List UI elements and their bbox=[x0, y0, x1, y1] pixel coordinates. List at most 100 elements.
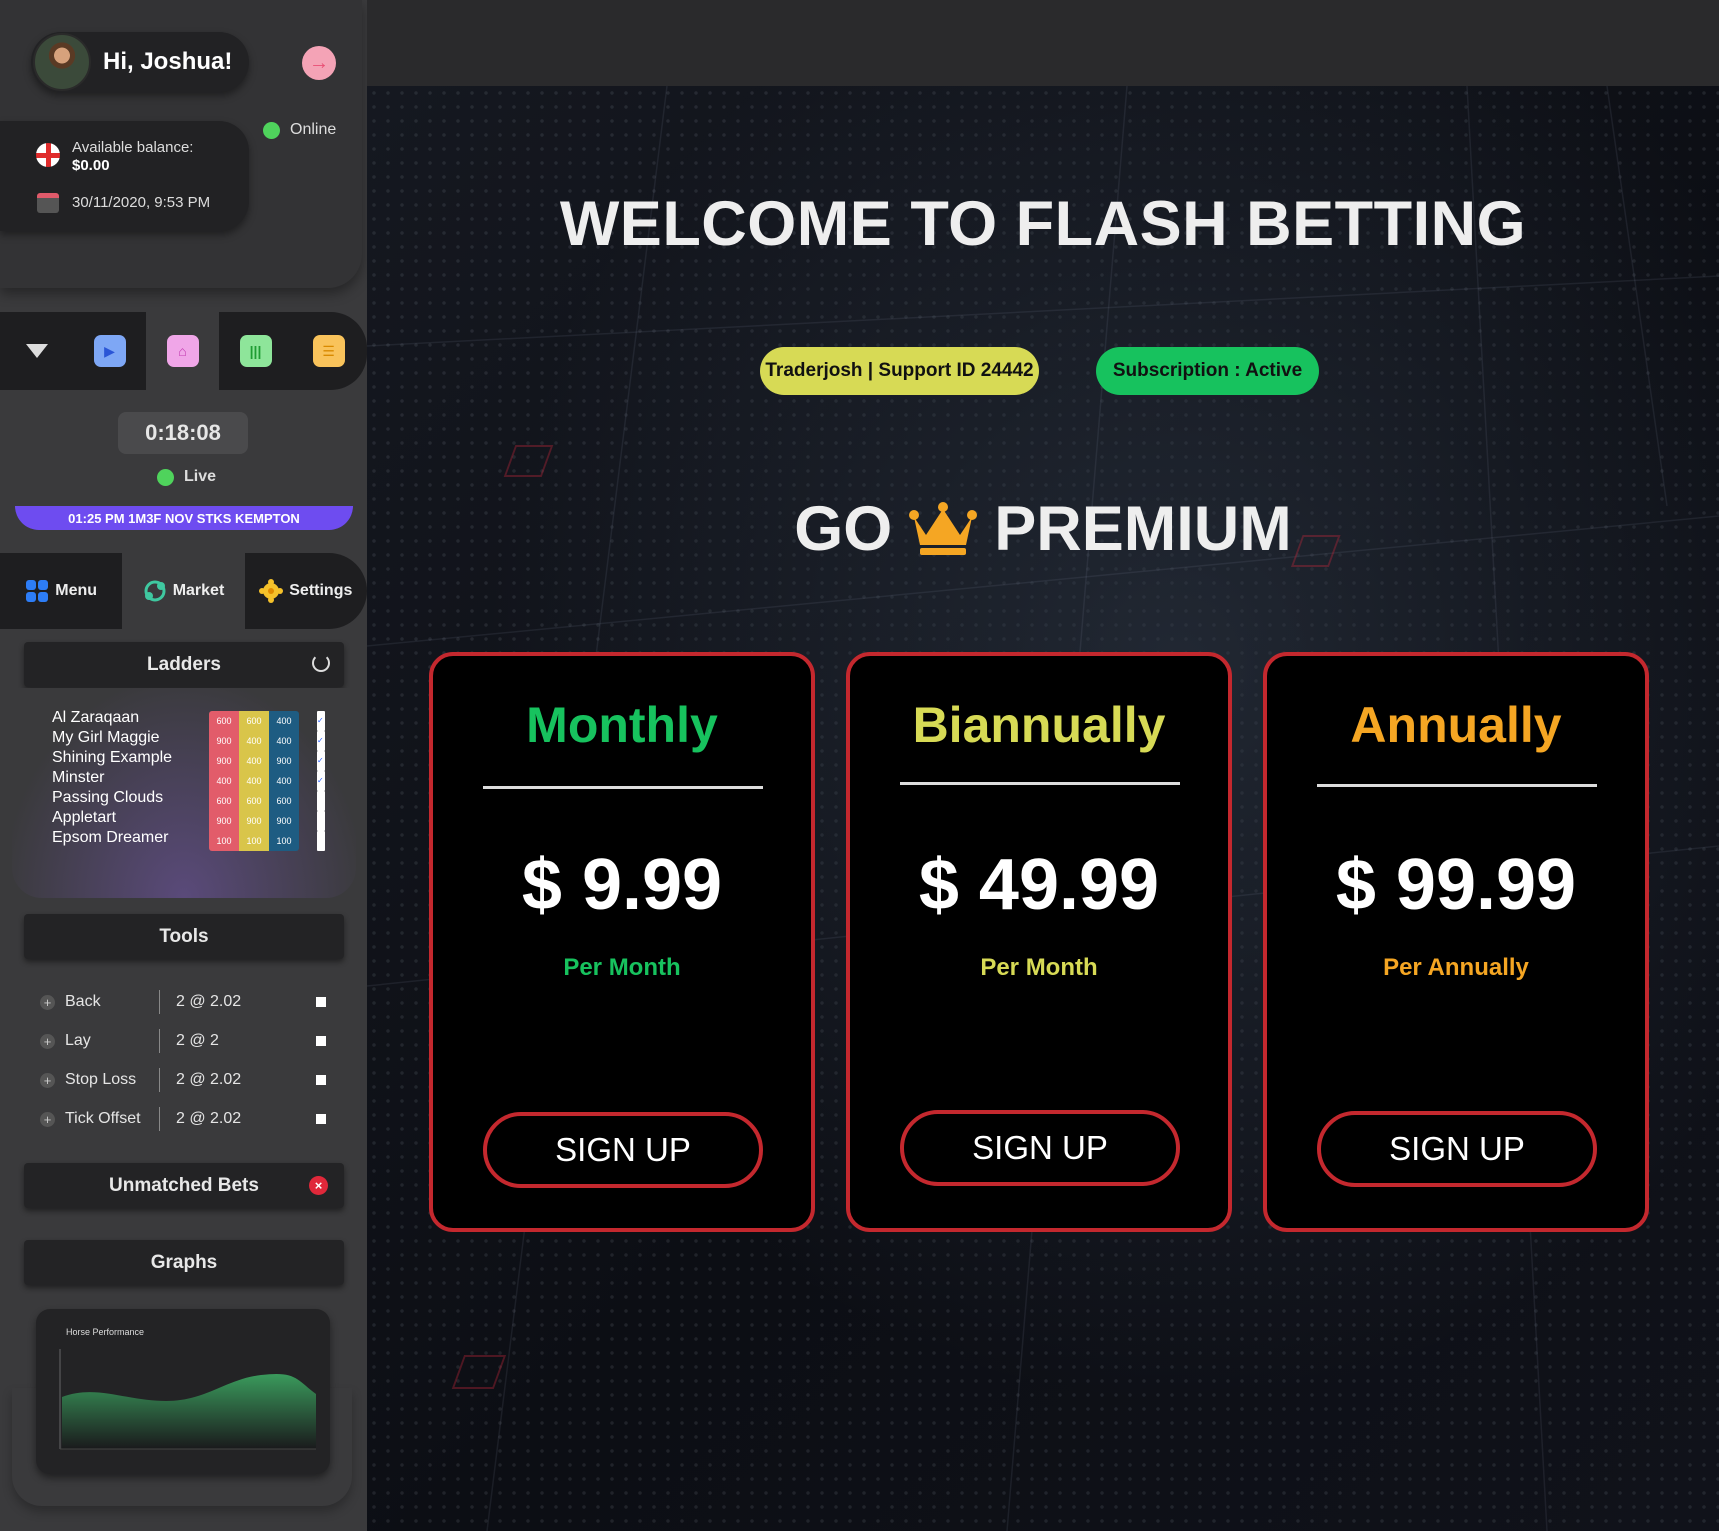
signup-button-annually[interactable]: SIGN UP bbox=[1317, 1111, 1597, 1187]
divider bbox=[159, 1029, 160, 1053]
ladder-cell[interactable]: 900 bbox=[209, 731, 239, 751]
tool-row-lay: + Lay 2 @ 2 bbox=[40, 1029, 340, 1053]
plus-icon[interactable]: + bbox=[40, 1111, 55, 1127]
divider bbox=[159, 990, 160, 1014]
ladder-cell[interactable]: 400 bbox=[269, 771, 299, 791]
tab-market[interactable]: Market bbox=[122, 553, 245, 629]
tool-row-stop-loss: + Stop Loss 2 @ 2.02 bbox=[40, 1068, 340, 1092]
collapse-button[interactable] bbox=[0, 312, 73, 390]
balance-label: Available balance: bbox=[72, 139, 194, 156]
signup-button-monthly[interactable]: SIGN UP bbox=[483, 1112, 763, 1188]
tools-title: Tools bbox=[159, 925, 209, 947]
profile-card: Hi, Joshua! → Online Available balance: … bbox=[0, 0, 362, 288]
ladder-cell[interactable]: 400 bbox=[239, 731, 269, 751]
ladder-checkbox[interactable]: ✓ bbox=[317, 771, 325, 791]
ladder-cell[interactable]: 400 bbox=[209, 771, 239, 791]
datetime: 30/11/2020, 9:53 PM bbox=[72, 194, 211, 211]
gear-icon bbox=[259, 579, 284, 603]
ladder-cell[interactable]: 900 bbox=[209, 811, 239, 831]
ladder-cell[interactable]: 600 bbox=[239, 711, 269, 731]
tab-settings[interactable]: Settings bbox=[245, 553, 367, 629]
ladder-cell[interactable]: 100 bbox=[209, 831, 239, 851]
ladder-cell[interactable]: 600 bbox=[209, 791, 239, 811]
ladder-checkbox[interactable]: ✓ bbox=[317, 731, 325, 751]
plan-card-annually: Annually $ 99.99 Per Annually SIGN UP bbox=[1263, 652, 1649, 1232]
tool-value[interactable]: 2 @ 2.02 bbox=[176, 1071, 316, 1089]
plan-price: $ 99.99 bbox=[1335, 845, 1577, 925]
ladder-cell[interactable]: 400 bbox=[239, 751, 269, 771]
tool-name: Back bbox=[65, 993, 101, 1010]
premium-text: PREMIUM bbox=[994, 494, 1292, 564]
england-flag-icon bbox=[36, 143, 60, 167]
plan-title: Monthly bbox=[526, 697, 718, 753]
columns-button[interactable]: ||| bbox=[219, 312, 292, 390]
tab-menu[interactable]: Menu bbox=[0, 553, 122, 629]
ladder-cell[interactable]: 900 bbox=[239, 811, 269, 831]
ladder-cell[interactable]: 100 bbox=[269, 831, 299, 851]
subscription-status-pill[interactable]: Subscription : Active bbox=[1096, 347, 1319, 395]
ladder-cell[interactable]: 100 bbox=[239, 831, 269, 851]
plan-card-biannually: Biannually $ 49.99 Per Month SIGN UP bbox=[846, 652, 1232, 1232]
tool-name: Tick Offset bbox=[65, 1110, 141, 1127]
ladder-cell[interactable]: 400 bbox=[269, 711, 299, 731]
ladder-name[interactable]: Epsom Dreamer bbox=[52, 828, 172, 848]
unmatched-bets-header[interactable]: Unmatched Bets × bbox=[24, 1163, 344, 1208]
tool-checkbox[interactable] bbox=[316, 1114, 326, 1124]
ladder-checkbox[interactable] bbox=[317, 791, 325, 811]
tool-checkbox[interactable] bbox=[316, 997, 326, 1007]
close-icon[interactable]: × bbox=[309, 1176, 328, 1195]
ladder-cell[interactable]: 900 bbox=[269, 811, 299, 831]
tool-value[interactable]: 2 @ 2 bbox=[176, 1032, 316, 1050]
ladder-cell[interactable]: 400 bbox=[269, 731, 299, 751]
tool-name: Lay bbox=[65, 1032, 91, 1049]
ladder-cell[interactable]: 600 bbox=[239, 791, 269, 811]
divider bbox=[483, 786, 763, 789]
graphs-header[interactable]: Graphs bbox=[24, 1240, 344, 1285]
avatar[interactable] bbox=[33, 33, 91, 91]
ladder-name[interactable]: Shining Example bbox=[52, 748, 172, 768]
ladder-cell[interactable]: 600 bbox=[209, 711, 239, 731]
ladder-checkbox[interactable] bbox=[317, 811, 325, 831]
race-timer: 0:18:08 bbox=[118, 412, 248, 454]
tool-checkbox[interactable] bbox=[316, 1075, 326, 1085]
ladder-checkbox[interactable] bbox=[317, 831, 325, 851]
player-toolbar: ▶ ⌂ ||| ☰ bbox=[0, 312, 367, 390]
refresh-icon[interactable] bbox=[312, 654, 330, 672]
ladder-name[interactable]: My Girl Maggie bbox=[52, 728, 172, 748]
ladder-checkbox[interactable]: ✓ bbox=[317, 711, 325, 731]
plus-icon[interactable]: + bbox=[40, 1072, 55, 1088]
ladders-panel: Al Zaraqaan My Girl Maggie Shining Examp… bbox=[12, 688, 356, 898]
signup-button-biannually[interactable]: SIGN UP bbox=[900, 1110, 1180, 1186]
tools-header[interactable]: Tools bbox=[24, 914, 344, 959]
greeting-pill[interactable]: Hi, Joshua! bbox=[31, 32, 249, 92]
tool-value[interactable]: 2 @ 2.02 bbox=[176, 1110, 316, 1128]
race-banner[interactable]: 01:25 PM 1M3F NOV STKS KEMPTON bbox=[15, 506, 353, 530]
timer-panel: 0:18:08 Live 01:25 PM 1M3F NOV STKS KEMP… bbox=[12, 390, 354, 532]
ladder-name[interactable]: Passing Clouds bbox=[52, 788, 172, 808]
home-button[interactable]: ⌂ bbox=[146, 312, 219, 390]
ladder-cell[interactable]: 900 bbox=[209, 751, 239, 771]
plus-icon[interactable]: + bbox=[40, 994, 55, 1010]
ladder-cell[interactable]: 600 bbox=[269, 791, 299, 811]
ladder-checks: ✓ ✓ ✓ ✓ bbox=[317, 711, 325, 851]
tool-value[interactable]: 2 @ 2.02 bbox=[176, 993, 316, 1011]
greeting-text: Hi, Joshua! bbox=[103, 48, 233, 75]
live-status: Live bbox=[157, 468, 216, 486]
play-button[interactable]: ▶ bbox=[73, 312, 146, 390]
ladder-name[interactable]: Al Zaraqaan bbox=[52, 708, 172, 728]
ladder-checkbox[interactable]: ✓ bbox=[317, 751, 325, 771]
logout-arrow-icon[interactable]: → bbox=[302, 46, 336, 80]
ladder-cell[interactable]: 900 bbox=[269, 751, 299, 771]
ladder-cell[interactable]: 400 bbox=[239, 771, 269, 791]
performance-graph[interactable] bbox=[56, 1349, 316, 1459]
list-button[interactable]: ☰ bbox=[292, 312, 365, 390]
tool-checkbox[interactable] bbox=[316, 1036, 326, 1046]
graph-card: Horse Performance bbox=[36, 1309, 330, 1474]
plus-icon[interactable]: + bbox=[40, 1033, 55, 1049]
tab-market-label: Market bbox=[172, 582, 225, 599]
ladder-name[interactable]: Appletart bbox=[52, 808, 172, 828]
support-id-pill[interactable]: Traderjosh | Support ID 24442 bbox=[760, 347, 1039, 395]
ladder-name[interactable]: Minster bbox=[52, 768, 172, 788]
ladders-header[interactable]: Ladders bbox=[24, 642, 344, 687]
graph-title: Horse Performance bbox=[66, 1327, 145, 1337]
